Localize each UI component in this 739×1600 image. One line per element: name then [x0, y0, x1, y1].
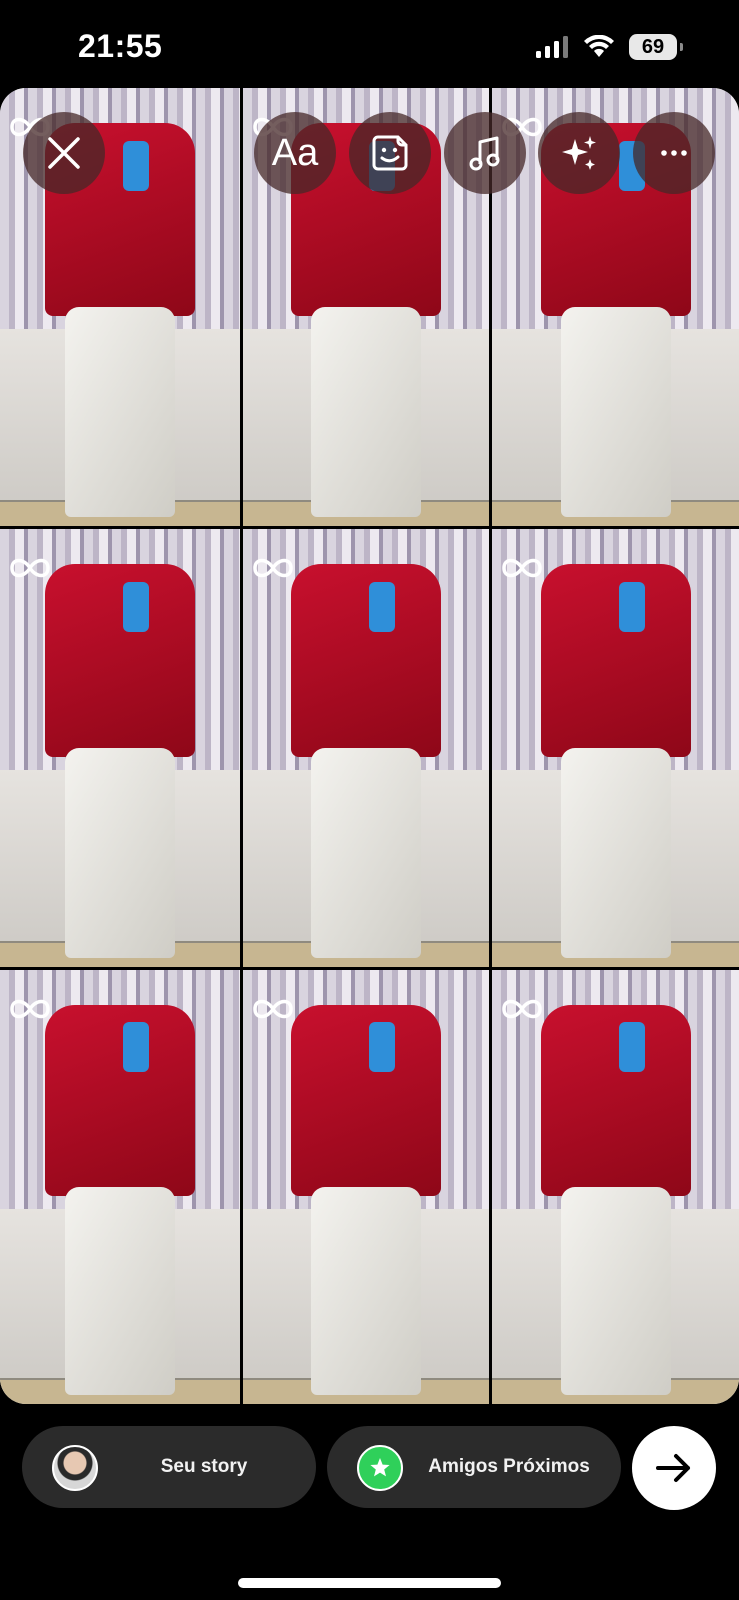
person-figure: [281, 529, 451, 967]
infinity-loop-icon[interactable]: [6, 996, 54, 1022]
infinity-loop-icon[interactable]: [249, 996, 297, 1022]
close-icon: [48, 137, 80, 169]
text-tool-button[interactable]: Aa: [254, 112, 336, 194]
white-pants: [560, 307, 671, 518]
person-figure: [531, 970, 701, 1404]
more-icon: [661, 150, 687, 156]
white-pants: [65, 1187, 175, 1396]
avatar: [52, 1445, 98, 1491]
red-shirt: [540, 564, 691, 757]
arrow-right-icon: [656, 1454, 690, 1482]
home-indicator: [238, 1578, 501, 1588]
collage-photo[interactable]: [0, 970, 240, 1404]
white-pants: [560, 1187, 671, 1396]
status-icons: 69: [535, 34, 683, 60]
phone: [369, 581, 395, 632]
close-friends-button[interactable]: Amigos Próximos: [327, 1426, 621, 1508]
collage-photo[interactable]: [243, 529, 489, 967]
your-story-button[interactable]: Seu story: [22, 1426, 316, 1508]
status-bar: 21:55 69: [0, 0, 739, 90]
sparkles-icon: [562, 136, 596, 170]
white-pants: [560, 748, 671, 959]
status-time: 21:55: [78, 28, 163, 64]
person-figure: [35, 529, 205, 967]
send-button[interactable]: [632, 1426, 716, 1510]
white-pants: [65, 748, 175, 959]
text-tool-label: Aa: [271, 131, 319, 174]
phone: [618, 581, 645, 632]
music-icon: [469, 136, 500, 171]
white-pants: [65, 307, 175, 518]
person-figure: [281, 970, 451, 1404]
share-bar: Seu story Amigos Próximos: [0, 1404, 739, 1600]
music-button[interactable]: [444, 112, 526, 194]
phone: [123, 1022, 149, 1073]
phone: [123, 581, 149, 632]
wifi-icon: [584, 35, 614, 57]
battery-indicator: 69: [629, 34, 683, 60]
infinity-loop-icon[interactable]: [249, 555, 297, 581]
close-friends-badge: [357, 1445, 403, 1491]
phone: [369, 1022, 395, 1073]
signal-icon: [536, 36, 568, 58]
your-story-label: Seu story: [160, 1456, 248, 1477]
person-figure: [531, 529, 701, 967]
person-figure: [35, 970, 205, 1404]
red-shirt: [291, 1004, 441, 1196]
infinity-loop-icon[interactable]: [498, 996, 546, 1022]
white-pants: [311, 307, 421, 518]
close-friends-label: Amigos Próximos: [428, 1456, 590, 1477]
collage-grid: [0, 88, 739, 1404]
collage-photo[interactable]: [492, 529, 739, 967]
infinity-loop-icon[interactable]: [498, 555, 546, 581]
red-shirt: [291, 564, 441, 757]
close-button[interactable]: [23, 112, 105, 194]
phone: [123, 140, 149, 191]
infinity-loop-icon[interactable]: [6, 555, 54, 581]
red-shirt: [540, 1004, 691, 1196]
effects-button[interactable]: [538, 112, 620, 194]
collage-photo[interactable]: [492, 970, 739, 1404]
white-pants: [311, 1187, 421, 1396]
collage-photo[interactable]: [0, 529, 240, 967]
red-shirt: [45, 564, 195, 757]
phone: [618, 1022, 645, 1073]
story-canvas[interactable]: [0, 88, 739, 1404]
sticker-icon: [372, 135, 408, 171]
white-pants: [311, 748, 421, 959]
more-options-button[interactable]: [633, 112, 715, 194]
collage-photo[interactable]: [243, 970, 489, 1404]
sticker-button[interactable]: [349, 112, 431, 194]
red-shirt: [45, 1004, 195, 1196]
star-icon: [370, 1458, 390, 1477]
